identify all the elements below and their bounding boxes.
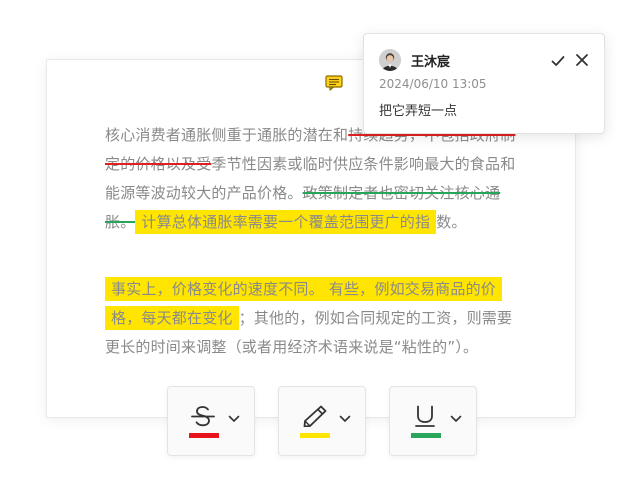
comment-popup: 王沐宸 2024/06/10 13:05 把它弄短一点 [363,33,605,134]
highlight-tool-button[interactable] [278,386,366,456]
text-segment: 数。 [436,213,467,231]
strikethrough-icon [191,406,215,427]
strike-color-swatch [189,433,219,438]
comment-text: 把它弄短一点 [379,104,458,119]
paragraph-1[interactable]: 核心消费者通胀侧重于通胀的潜在和持续趋势，不包括政府制定的价格以及受季节性因素或… [105,121,525,237]
underline-icon [415,405,435,427]
chevron-down-icon[interactable] [450,415,462,423]
paragraph-2[interactable]: 事实上，价格变化的速度不同。 有些，例如交易商品的价格，每天都在变化 ；其他的，例… [105,275,525,362]
resolve-check-icon[interactable] [550,53,566,69]
avatar [379,49,401,71]
comment-author: 王沐宸 [411,55,451,70]
highlighted-text[interactable]: 计算总体通胀率需要一个覆盖范围更广的指 [135,210,437,234]
close-icon[interactable] [575,53,589,67]
comment-timestamp: 2024/06/10 13:05 [379,77,487,91]
chevron-down-icon[interactable] [228,415,240,423]
comment-marker-icon[interactable] [325,75,343,91]
underline-color-swatch [411,433,441,438]
highlight-color-swatch [300,433,330,438]
underline-tool-button[interactable] [389,386,477,456]
chevron-down-icon[interactable] [339,415,351,423]
text-segment: 核心消费者通胀侧重于通胀的潜在和 [105,126,349,144]
pen-icon [303,405,327,427]
strikethrough-tool-button[interactable] [167,386,255,456]
